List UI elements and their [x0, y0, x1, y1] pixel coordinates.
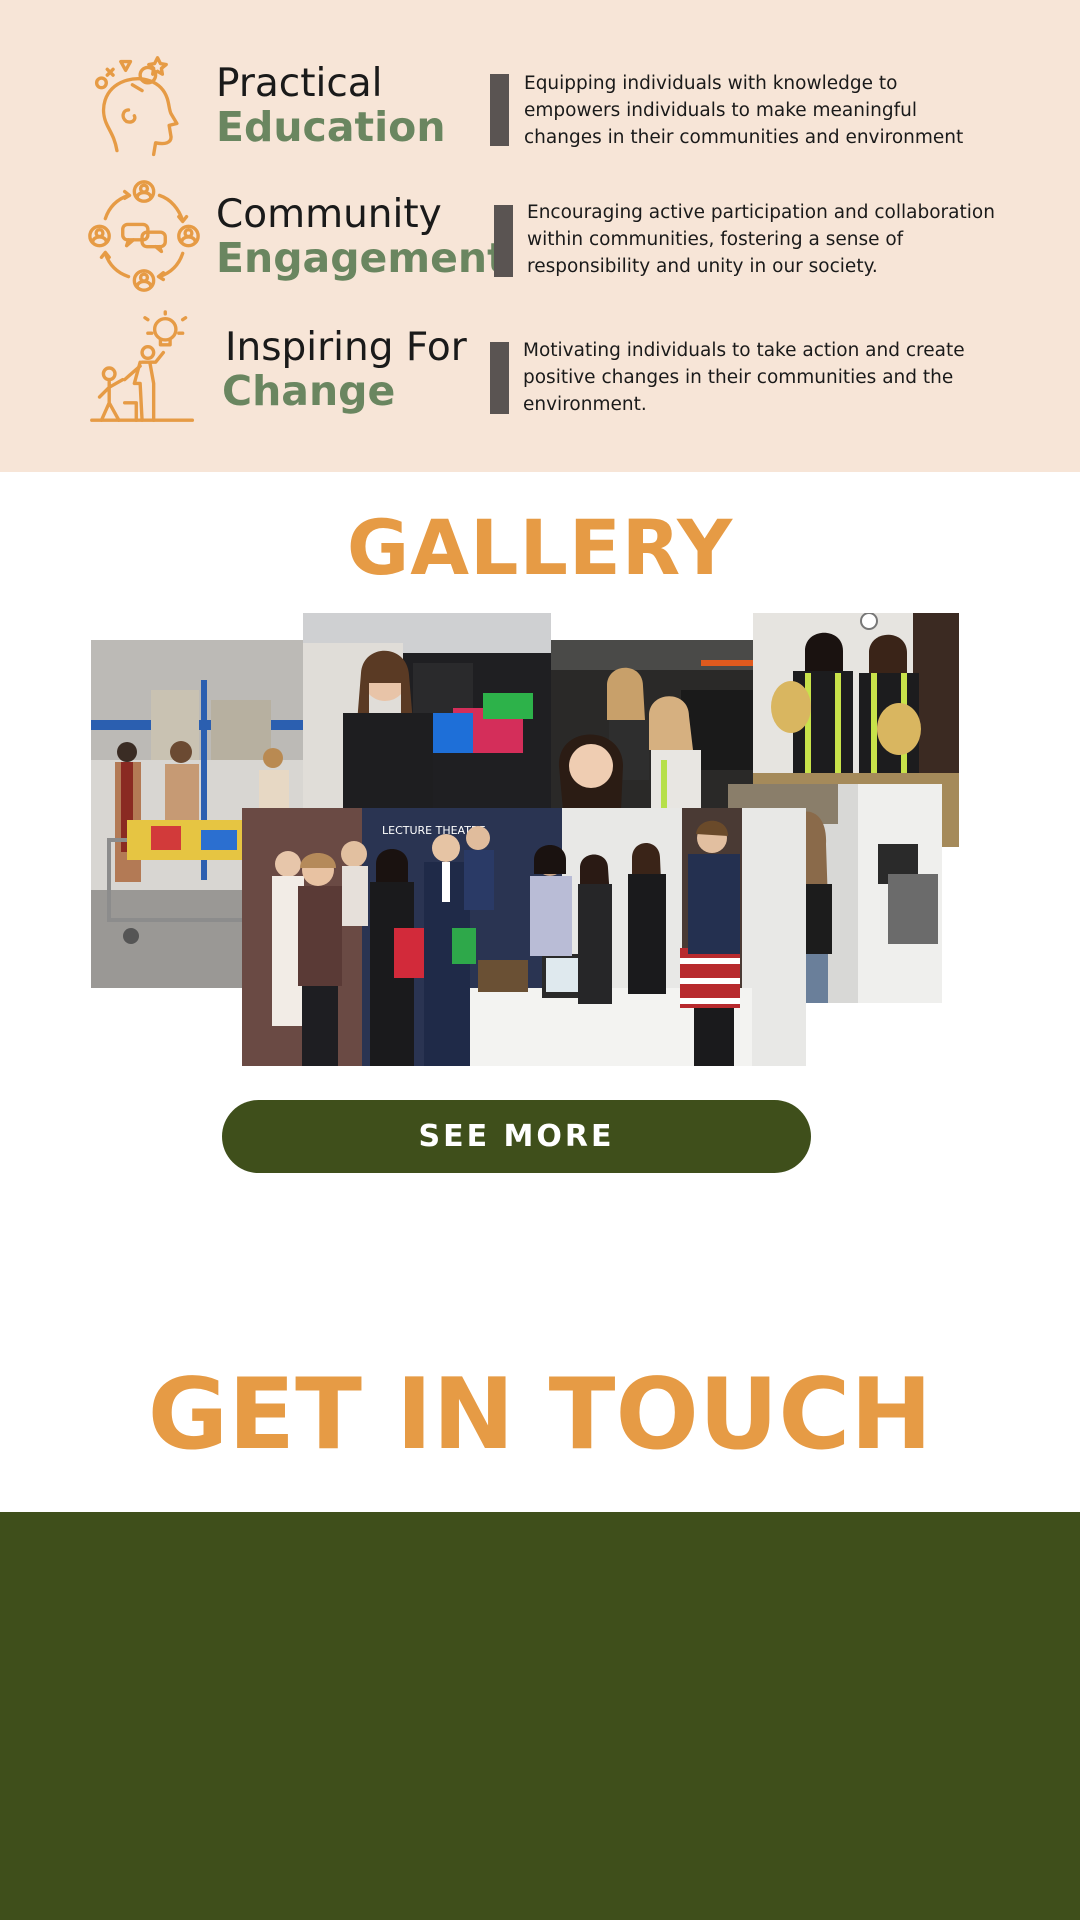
- pillar-divider-bar: [490, 74, 509, 146]
- pillar-title-line1: Inspiring For: [225, 325, 467, 370]
- head-ideas-icon: [86, 50, 202, 166]
- pillar-divider-bar: [490, 342, 509, 414]
- helping-hand-idea-icon: [86, 310, 202, 426]
- pillars-section: Practical Education Equipping individual…: [0, 0, 1080, 472]
- pillar-divider-bar: [494, 205, 513, 277]
- pillar-description: Motivating individuals to take action an…: [523, 340, 965, 415]
- pillar-title-line2: Education: [216, 103, 446, 151]
- pillar-description: Encouraging active participation and col…: [527, 202, 995, 277]
- pillar-description: Equipping individuals with knowledge to …: [524, 73, 964, 148]
- pillar-title-line2: Engagement: [216, 234, 507, 282]
- community-network-icon: [86, 178, 202, 294]
- get-in-touch-heading: GET IN TOUCH: [147, 1358, 933, 1472]
- pillar-change: Inspiring For Change Motivating individu…: [0, 310, 1080, 430]
- pillar-title-line1: Community: [216, 192, 442, 237]
- pillar-education: Practical Education Equipping individual…: [0, 50, 1080, 170]
- see-more-button[interactable]: SEE MORE: [222, 1100, 811, 1173]
- volunteer-with-donation-bags-photo[interactable]: [303, 613, 551, 809]
- pillar-title-line2: Change: [222, 367, 396, 415]
- contact-footer-panel: [0, 1512, 1080, 1920]
- pillar-title-line1: Practical: [216, 61, 383, 106]
- gallery-heading: GALLERY: [346, 503, 734, 592]
- lecture-theatre-group-photo[interactable]: LECTURE THEATRE: [242, 808, 806, 1066]
- pillar-engagement: Community Engagement Encouraging active …: [0, 178, 1080, 298]
